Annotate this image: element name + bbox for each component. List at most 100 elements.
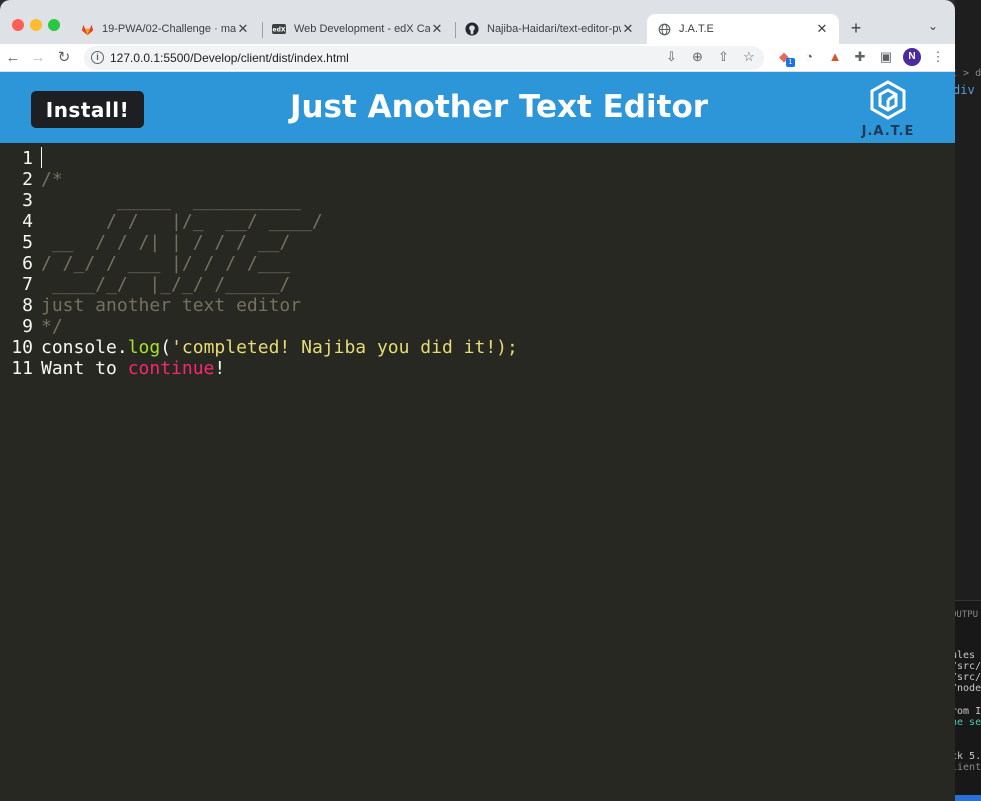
puzzle-icon[interactable]: ✚ <box>851 49 869 65</box>
bg-terminal-line: lient <box>955 762 981 773</box>
line-number: 4 <box>22 211 33 232</box>
minimize-window-button[interactable] <box>30 19 42 31</box>
bg-terminal-line: rom I <box>955 706 981 717</box>
forward-arrow-icon[interactable]: → <box>28 48 48 68</box>
gitlab-icon <box>80 22 94 36</box>
globe-icon <box>657 22 671 36</box>
page-title: Just Another Text Editor <box>289 89 709 125</box>
browser-toolbar: ← → ↻ i 127.0.0.1:5500/Develop/client/di… <box>0 44 955 72</box>
code-token: just another text editor <box>41 295 302 316</box>
sidebar-icon[interactable]: ▣ <box>877 49 895 65</box>
line-code[interactable]: _____ __________ <box>41 190 301 211</box>
code-token: / / |/_ __/ ____/ <box>41 211 323 232</box>
line-code[interactable]: / /_/ / ___ |/ / / /___ <box>41 253 290 274</box>
editor-line[interactable]: 8 just another text editor <box>0 295 955 316</box>
code-token: / /_/ / ___ |/ / / /___ <box>41 253 291 274</box>
editor-line[interactable]: 10 console.log('completed! Najiba you did… <box>0 337 955 358</box>
line-code[interactable]: Want to continue! <box>41 358 225 379</box>
bg-terminal-line: /src/ <box>955 661 981 672</box>
extension-icon[interactable]: ▲ <box>826 49 844 64</box>
line-code[interactable]: / / |/_ __/ ____/ <box>41 211 323 232</box>
jate-logo: J.A.T.E <box>858 80 918 140</box>
tab-gitlab[interactable]: 19-PWA/02-Challenge · main · ✕ <box>70 14 260 44</box>
extension-badge: 1 <box>786 58 795 67</box>
bg-status-bar <box>955 795 981 801</box>
github-icon <box>465 22 479 36</box>
zoom-icon[interactable]: ⊕ <box>692 49 703 65</box>
tab-github[interactable]: Najiba-Haidari/text-editor-pwa ✕ <box>455 14 645 44</box>
line-number: 1 <box>22 148 33 169</box>
site-info-icon[interactable]: i <box>91 51 104 64</box>
bg-terminal-line: ck 5. <box>955 751 981 762</box>
code-editor[interactable]: 1 2/* 3 _____ __________ 4 / / |/_ __/ ____… <box>0 143 955 801</box>
line-number: 10 <box>11 337 33 358</box>
close-tab-icon[interactable]: ✕ <box>430 21 444 37</box>
editor-line[interactable]: 7 ____/_/ |_/_/ /_____/ <box>0 274 955 295</box>
line-code[interactable]: ____/_/ |_/_/ /_____/ <box>41 274 290 295</box>
code-token: 'completed! Najiba you did it!); <box>171 337 518 358</box>
reload-icon[interactable]: ↻ <box>54 48 74 68</box>
bookmark-star-icon[interactable]: ☆ <box>743 49 755 65</box>
line-code[interactable]: */ <box>41 316 63 337</box>
background-editor-window: t > di div OUTPU ules /src/ /src/ /node … <box>955 0 981 801</box>
code-token: Want to <box>41 358 128 379</box>
code-token: continue <box>127 358 215 379</box>
back-arrow-icon[interactable]: ← <box>3 48 23 68</box>
code-token: ( <box>160 337 172 358</box>
editor-line[interactable]: 3 _____ __________ <box>0 190 955 211</box>
bg-code-tag: div <box>955 83 975 97</box>
share-icon[interactable]: ⇧ <box>718 49 729 65</box>
code-token: /* <box>41 169 63 190</box>
bg-terminal-line: he se <box>955 717 981 728</box>
editor-line[interactable]: 5 __ / / /| | / / / __/ <box>0 232 955 253</box>
close-tab-icon[interactable]: ✕ <box>815 21 829 37</box>
line-number: 9 <box>22 316 33 337</box>
url-text[interactable]: 127.0.0.1:5500/Develop/client/dist/index… <box>110 51 349 65</box>
code-token: log <box>127 337 161 358</box>
line-number: 11 <box>11 358 33 379</box>
close-tab-icon[interactable]: ✕ <box>236 21 250 37</box>
tab-jate[interactable]: J.A.T.E ✕ <box>647 14 839 44</box>
profile-avatar[interactable]: N <box>903 48 921 66</box>
line-number: 6 <box>22 253 33 274</box>
code-token: ! <box>214 358 226 379</box>
line-code[interactable]: console.log('completed! Najiba you did i… <box>41 337 518 358</box>
svg-text:edX: edX <box>273 27 286 34</box>
line-code[interactable]: /* <box>41 169 63 190</box>
editor-line[interactable]: 6 / /_/ / ___ |/ / / /___ <box>0 253 955 274</box>
address-bar[interactable]: i 127.0.0.1:5500/Develop/client/dist/ind… <box>84 46 764 70</box>
edx-icon: edX <box>272 22 286 36</box>
tab-strip: 19-PWA/02-Challenge · main · ✕ edX Web D… <box>0 0 955 44</box>
tab-edx[interactable]: edX Web Development - edX Caree ✕ <box>262 14 454 44</box>
kebab-menu-icon[interactable]: ⋮ <box>929 49 947 65</box>
app-header: Install! Just Another Text Editor J.A.T.… <box>0 72 955 143</box>
editor-line[interactable]: 1 <box>0 148 955 169</box>
hexagon-logo-icon <box>870 80 906 120</box>
chevron-down-icon[interactable]: ⌄ <box>928 19 938 33</box>
install-app-icon[interactable]: ⇩ <box>666 49 677 65</box>
close-tab-icon[interactable]: ✕ <box>621 21 635 37</box>
editor-line[interactable]: 9 */ <box>0 316 955 337</box>
editor-line[interactable]: 4 / / |/_ __/ ____/ <box>0 211 955 232</box>
line-number: 5 <box>22 232 33 253</box>
browser-window: 19-PWA/02-Challenge · main · ✕ edX Web D… <box>0 0 955 801</box>
line-code[interactable]: just another text editor <box>41 295 301 316</box>
bg-terminal-line: /src/ <box>955 672 981 683</box>
logo-text: J.A.T.E <box>861 124 915 139</box>
line-number: 7 <box>22 274 33 295</box>
code-token: __ / / /| | / / / __/ <box>41 232 291 253</box>
bg-breadcrumb: t > di <box>955 68 981 79</box>
code-token: _____ __________ <box>41 190 302 211</box>
bg-output-tab: OUTPU <box>955 610 979 620</box>
maximize-window-button[interactable] <box>48 19 60 31</box>
mouse-extension-icon[interactable]: ◔ <box>800 49 818 64</box>
code-token: */ <box>41 316 63 337</box>
new-tab-plus-icon[interactable]: + <box>846 18 866 39</box>
code-token: console. <box>41 337 128 358</box>
close-window-button[interactable] <box>12 19 24 31</box>
line-code[interactable]: __ / / /| | / / / __/ <box>41 232 290 253</box>
bg-terminal-line: /node <box>955 683 981 694</box>
bg-terminal-line: ules <box>955 650 976 661</box>
editor-line[interactable]: 11 Want to continue! <box>0 358 955 379</box>
editor-line[interactable]: 2 /* <box>0 169 955 190</box>
